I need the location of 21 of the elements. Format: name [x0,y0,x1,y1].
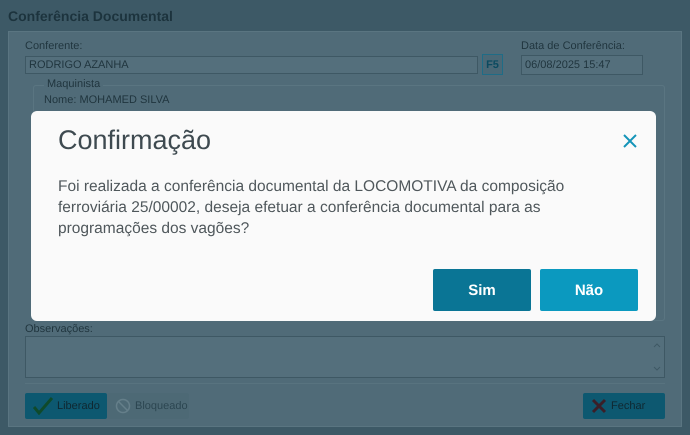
close-icon [622,132,638,148]
dialog-button[interactable]: Não [540,269,638,311]
prohibited-icon [115,398,131,414]
lookup-button[interactable]: F5 [482,54,503,75]
x-icon [591,398,607,414]
action-button[interactable]: Liberado [25,393,107,419]
date-field[interactable]: 06/08/2025 15:47 [521,54,643,74]
dialog-button[interactable]: Sim [433,269,531,311]
field-label: Conferente: [25,40,84,52]
dialog-title: Confirmação [58,125,212,156]
group-title: Maquinista [44,78,104,90]
dialog-message: Foi realizada a conferência documental da LOCOMOTIVA da composição ferroviária 25/00002, deseja efetuar a conferência documental para as programações dos vagões? [58,177,566,239]
scroll-up-icon[interactable] [653,343,661,348]
driver-name: Nome: MOHAMED SILVA [44,94,171,106]
action-button[interactable]: Fechar [583,393,665,419]
field-label: Data de Conferência: [521,40,626,52]
scroll-down-icon[interactable] [653,366,661,371]
input-field[interactable]: RODRIGO AZANHA [25,56,478,74]
close-button[interactable] [622,132,638,148]
check-icon [33,397,53,415]
field-label: Observações: [25,323,94,335]
